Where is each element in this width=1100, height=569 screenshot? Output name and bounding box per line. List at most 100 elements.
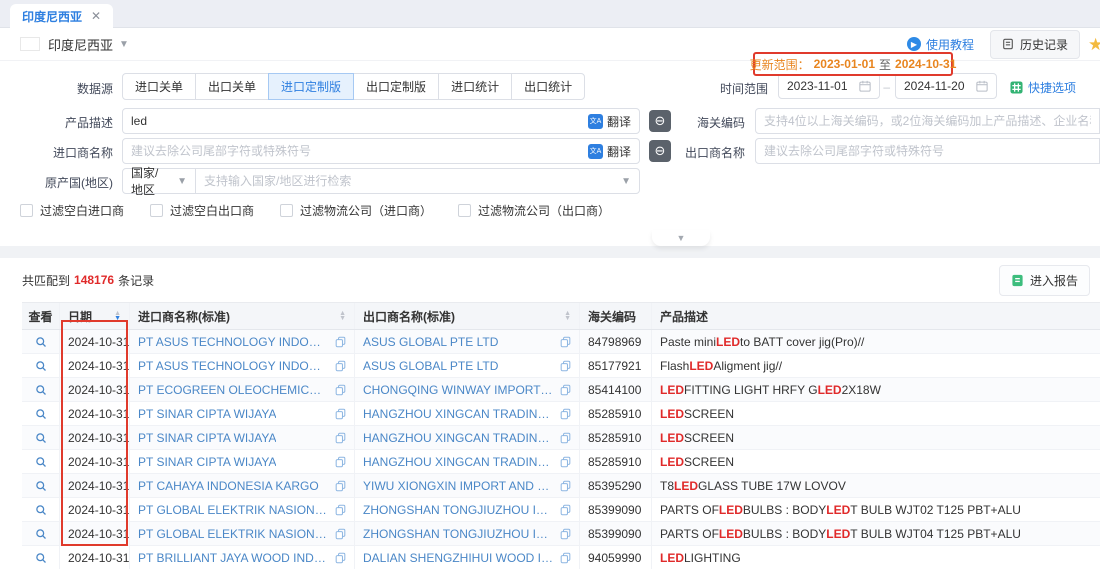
magnifier-icon[interactable] <box>35 432 47 444</box>
importer-link[interactable]: PT SINAR CIPTA WIJAYA <box>138 455 276 469</box>
magnifier-icon[interactable] <box>35 384 47 396</box>
column-header[interactable]: 出口商名称(标准)▲▼ <box>355 303 580 329</box>
copy-icon[interactable] <box>554 480 571 492</box>
checkbox-icon[interactable] <box>458 204 471 217</box>
importer-value[interactable] <box>131 144 588 158</box>
exporter-link[interactable]: CHONGQING WINWAY IMPORT AND E... <box>363 383 554 397</box>
column-header[interactable]: 日期▲▼ <box>60 303 130 329</box>
tab-indonesia[interactable]: 印度尼西亚 ✕ <box>10 4 113 28</box>
date-start-input[interactable] <box>778 73 880 99</box>
copy-icon[interactable] <box>554 456 571 468</box>
collapse-panel-handle[interactable]: ▼ <box>652 230 710 246</box>
date-end-input[interactable] <box>895 73 997 99</box>
exporter-link[interactable]: DALIAN SHENGZHIHUI WOOD INDUST... <box>363 551 554 565</box>
exporter-link[interactable]: HANGZHOU XINGCAN TRADING CO LTD <box>363 431 554 445</box>
date-end-value[interactable] <box>904 79 976 93</box>
translate-button[interactable]: 文A 翻译 <box>588 143 631 160</box>
copy-icon[interactable] <box>329 408 346 420</box>
exporter-value[interactable] <box>764 144 1091 158</box>
product-desc-input[interactable]: 文A 翻译 <box>122 108 640 134</box>
copy-icon[interactable] <box>554 360 571 372</box>
exporter-link[interactable]: ASUS GLOBAL PTE LTD <box>363 359 498 373</box>
star-icon[interactable]: ★ <box>1088 35 1100 55</box>
copy-icon[interactable] <box>329 384 346 396</box>
exclude-circle-icon[interactable]: ⊖ <box>649 110 671 132</box>
hs-code-input[interactable] <box>755 108 1100 134</box>
copy-icon[interactable] <box>329 456 346 468</box>
importer-link[interactable]: PT SINAR CIPTA WIJAYA <box>138 431 276 445</box>
copy-icon[interactable] <box>554 552 571 564</box>
data-source-tab[interactable]: 出口定制版 <box>353 73 439 100</box>
copy-icon[interactable] <box>554 504 571 516</box>
importer-link[interactable]: PT ASUS TECHNOLOGY INDONESIA BA... <box>138 335 329 349</box>
magnifier-icon[interactable] <box>35 528 47 540</box>
magnifier-icon[interactable] <box>35 552 47 564</box>
copy-icon[interactable] <box>329 432 346 444</box>
importer-link[interactable]: PT ECOGREEN OLEOCHEMICALS <box>138 383 329 397</box>
exporter-input[interactable] <box>755 138 1100 164</box>
origin-search-value[interactable] <box>204 174 615 188</box>
date-cell: 2024-10-31 <box>60 498 130 521</box>
magnifier-icon[interactable] <box>35 504 47 516</box>
checkbox-icon[interactable] <box>280 204 293 217</box>
filter-checkbox[interactable]: 过滤空白进口商 <box>20 202 124 219</box>
copy-icon[interactable] <box>554 528 571 540</box>
importer-link[interactable]: PT BRILLIANT JAYA WOOD INDUSTRY <box>138 551 329 565</box>
copy-icon[interactable] <box>329 504 346 516</box>
filter-checkbox[interactable]: 过滤空白出口商 <box>150 202 254 219</box>
importer-link[interactable]: PT SINAR CIPTA WIJAYA <box>138 407 276 421</box>
checkbox-icon[interactable] <box>20 204 33 217</box>
copy-icon[interactable] <box>329 480 346 492</box>
exporter-link[interactable]: YIWU XIONGXIN IMPORT AND EXPORT... <box>363 479 554 493</box>
magnifier-icon[interactable] <box>35 336 47 348</box>
magnifier-icon[interactable] <box>35 480 47 492</box>
magnifier-icon[interactable] <box>35 408 47 420</box>
copy-icon[interactable] <box>554 408 571 420</box>
history-button[interactable]: 历史记录 <box>990 30 1080 59</box>
importer-input[interactable]: 文A 翻译 <box>122 138 640 164</box>
enter-report-button[interactable]: 进入报告 <box>999 265 1090 296</box>
sort-icon[interactable]: ▲▼ <box>108 311 121 321</box>
copy-icon[interactable] <box>554 384 571 396</box>
copy-icon[interactable] <box>329 528 346 540</box>
origin-type-select[interactable]: 国家/地区 ▼ <box>122 168 196 194</box>
data-source-tab[interactable]: 进口定制版 <box>268 73 354 100</box>
importer-link[interactable]: PT CAHAYA INDONESIA KARGO <box>138 479 319 493</box>
exporter-link[interactable]: ZHONGSHAN TONGJIUZHOU INTERNA... <box>363 527 554 541</box>
hs-code-value[interactable] <box>764 114 1091 128</box>
close-icon[interactable]: ✕ <box>91 9 101 23</box>
exporter-link[interactable]: ASUS GLOBAL PTE LTD <box>363 335 498 349</box>
table-row: 2024-10-31 PT GLOBAL ELEKTRIK NASIONAL ZHO… <box>22 498 1100 522</box>
copy-icon[interactable] <box>329 336 346 348</box>
magnifier-icon[interactable] <box>35 360 47 372</box>
date-start-value[interactable] <box>787 79 859 93</box>
data-source-tab[interactable]: 出口统计 <box>511 73 585 100</box>
data-source-tab[interactable]: 出口关单 <box>195 73 269 100</box>
sort-icon[interactable]: ▲▼ <box>558 311 571 321</box>
product-desc-value[interactable] <box>131 114 588 128</box>
importer-link[interactable]: PT ASUS TECHNOLOGY INDONESIA BA... <box>138 359 329 373</box>
data-source-tab[interactable]: 进口关单 <box>122 73 196 100</box>
chevron-down-icon[interactable]: ▼ <box>119 39 129 50</box>
column-header[interactable]: 进口商名称(标准)▲▼ <box>130 303 355 329</box>
tutorial-link[interactable]: ▶ 使用教程 <box>907 36 974 53</box>
importer-link[interactable]: PT GLOBAL ELEKTRIK NASIONAL <box>138 503 329 517</box>
importer-link[interactable]: PT GLOBAL ELEKTRIK NASIONAL <box>138 527 329 541</box>
magnifier-icon[interactable] <box>35 456 47 468</box>
filter-checkbox[interactable]: 过滤物流公司（出口商） <box>458 202 610 219</box>
exclude-circle-icon[interactable]: ⊖ <box>649 140 671 162</box>
exporter-link[interactable]: ZHONGSHAN TONGJIUZHOU INTERNA... <box>363 503 554 517</box>
sort-icon[interactable]: ▲▼ <box>333 311 346 321</box>
translate-button[interactable]: 文A 翻译 <box>588 113 631 130</box>
quick-options-link[interactable]: 快捷选项 <box>1010 79 1076 96</box>
data-source-tab[interactable]: 进口统计 <box>438 73 512 100</box>
copy-icon[interactable] <box>329 360 346 372</box>
filter-checkbox[interactable]: 过滤物流公司（进口商） <box>280 202 432 219</box>
copy-icon[interactable] <box>554 336 571 348</box>
exporter-link[interactable]: HANGZHOU XINGCAN TRADING CO LTD <box>363 407 554 421</box>
copy-icon[interactable] <box>329 552 346 564</box>
exporter-link[interactable]: HANGZHOU XINGCAN TRADING CO LTD <box>363 455 554 469</box>
checkbox-icon[interactable] <box>150 204 163 217</box>
origin-search-input[interactable]: ▼ <box>195 168 640 194</box>
copy-icon[interactable] <box>554 432 571 444</box>
